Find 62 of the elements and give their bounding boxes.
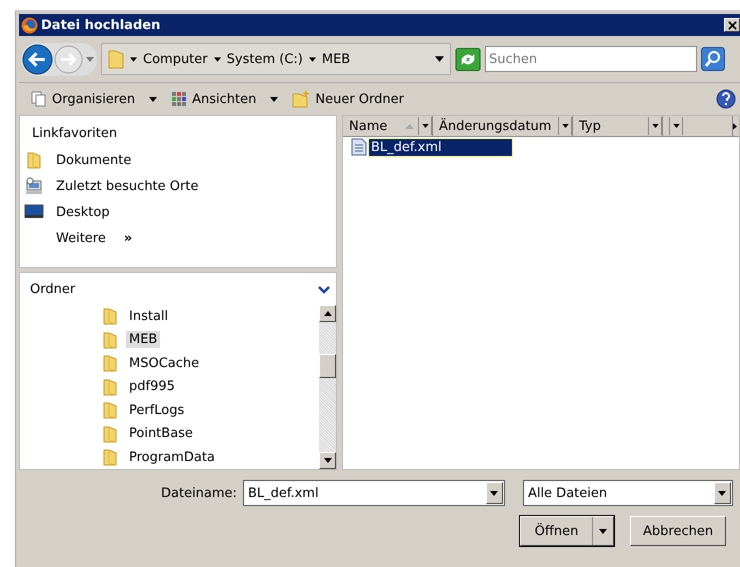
- up-arrow-icon[interactable]: [324, 310, 332, 316]
- caret-icon[interactable]: [669, 117, 683, 135]
- scroll-thumb[interactable]: [319, 354, 336, 378]
- history-caret-icon[interactable]: [86, 56, 94, 62]
- breadcrumb-item[interactable]: Computer: [143, 52, 208, 66]
- window-title: Datei hochladen: [41, 18, 162, 32]
- x-icon: [728, 20, 736, 30]
- filename-combo[interactable]: BL_def.xml: [242, 480, 505, 506]
- new-folder-icon: [292, 90, 310, 108]
- caret-icon[interactable]: [130, 56, 137, 62]
- chevron-down-icon[interactable]: [318, 286, 330, 294]
- caret-icon[interactable]: [214, 56, 221, 62]
- breadcrumb-item[interactable]: MEB: [322, 52, 350, 66]
- caret-icon[interactable]: [648, 117, 662, 135]
- favorite-link[interactable]: Dokumente: [24, 147, 336, 173]
- double-chevron-icon: »: [124, 230, 132, 246]
- grid-icon: [171, 91, 188, 107]
- down-arrow-icon[interactable]: [324, 458, 332, 463]
- search-button[interactable]: [701, 47, 725, 71]
- tree-item[interactable]: MEB: [126, 331, 160, 348]
- help-icon[interactable]: [716, 89, 736, 109]
- address-bar[interactable]: Computer System (C:) MEB: [101, 43, 451, 75]
- column-header[interactable]: Änderungsdatum: [433, 116, 573, 136]
- scrollbar[interactable]: [319, 304, 336, 469]
- favorite-link[interactable]: Zuletzt besuchte Orte: [24, 173, 336, 199]
- caret-icon[interactable]: [418, 117, 432, 135]
- tree-item[interactable]: Install: [126, 308, 172, 325]
- file-type-combo[interactable]: Alle Dateien: [522, 480, 733, 506]
- tree-item[interactable]: PointBase: [126, 425, 196, 442]
- tree-item[interactable]: MSOCache: [126, 354, 202, 372]
- fox-globe-icon: [21, 16, 38, 34]
- folder-icon: [108, 49, 124, 69]
- refresh-button[interactable]: [455, 48, 481, 70]
- file-name[interactable]: BL_def.xml: [369, 138, 512, 156]
- toolbar-button[interactable]: Ansichten: [169, 89, 280, 109]
- tree-item[interactable]: pdf995: [126, 378, 178, 396]
- tree-item[interactable]: ProgramData: [126, 448, 218, 466]
- desktop-icon: [24, 204, 44, 220]
- caret-icon[interactable]: [435, 56, 444, 62]
- section-title: Ordner: [30, 282, 76, 297]
- caret-icon[interactable]: [490, 490, 498, 496]
- toolbar-button[interactable]: Organisieren: [29, 89, 160, 109]
- field-label: Dateiname:: [161, 486, 237, 500]
- toolbar-button[interactable]: Neuer Ordner: [290, 88, 406, 110]
- search-field[interactable]: Suchen: [485, 46, 697, 72]
- column-header[interactable]: Typ: [573, 116, 663, 136]
- section-title: Linkfavoriten: [32, 126, 118, 141]
- caret-icon[interactable]: [308, 56, 316, 62]
- caret-icon[interactable]: [718, 490, 726, 496]
- more-link[interactable]: Weitere »: [24, 225, 336, 251]
- tree-item[interactable]: PerfLogs: [126, 402, 188, 419]
- open-button[interactable]: Öffnen: [520, 516, 614, 546]
- computer-clock-icon: [24, 177, 44, 195]
- breadcrumb-item[interactable]: System (C:): [226, 52, 303, 66]
- column-header[interactable]: Name: [343, 116, 433, 136]
- close-button[interactable]: [724, 18, 740, 32]
- pages-icon: [31, 91, 47, 107]
- cancel-button[interactable]: Abbrechen: [630, 516, 726, 546]
- xml-file-icon: [349, 138, 369, 156]
- caret-icon[interactable]: [558, 117, 572, 135]
- back-button[interactable]: [22, 44, 53, 74]
- favorite-link[interactable]: Desktop: [24, 199, 336, 225]
